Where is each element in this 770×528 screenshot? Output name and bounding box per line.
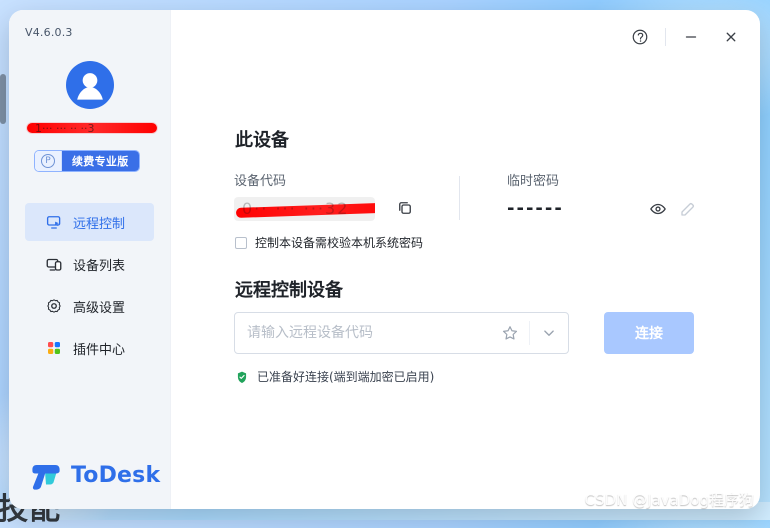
gear-icon <box>45 297 63 315</box>
avatar[interactable] <box>66 61 114 109</box>
remote-device-code-input[interactable] <box>245 324 493 342</box>
device-code-label: 设备代码 <box>234 174 287 189</box>
sidebar-nav: 远程控制 设备列表 高级设置 插件中心 <box>25 203 154 371</box>
devices-icon <box>45 255 63 273</box>
vertical-divider <box>459 176 460 220</box>
minimize-button[interactable] <box>678 24 704 50</box>
close-icon <box>726 32 736 42</box>
chevron-down-icon <box>544 330 554 336</box>
minimize-icon <box>685 36 697 38</box>
version-label: V4.6.0.3 <box>25 26 73 39</box>
brand: ToDesk <box>29 462 160 490</box>
eye-icon <box>650 203 666 215</box>
pencil-icon <box>681 203 694 216</box>
sidebar-item-device-list[interactable]: 设备列表 <box>25 245 154 283</box>
help-button[interactable] <box>627 24 653 50</box>
p-icon: P <box>41 154 55 168</box>
sidebar: V4.6.0.3 1··· ··· ·· ··3 P 续费专业版 远程控制 设备… <box>9 10 171 509</box>
system-password-checkbox[interactable] <box>235 236 247 249</box>
plan-badge-icon-wrap: P <box>35 151 62 171</box>
system-password-checkbox-label: 控制本设备需校验本机系统密码 <box>255 236 424 250</box>
brand-name: ToDesk <box>71 463 161 488</box>
window-controls <box>627 24 744 50</box>
plan-badge-label: 续费专业版 <box>62 151 139 171</box>
todesk-window: V4.6.0.3 1··· ··· ·· ··3 P 续费专业版 远程控制 设备… <box>9 10 760 509</box>
remote-control-device-title: 远程控制设备 <box>235 280 343 301</box>
help-icon <box>632 29 648 45</box>
close-button[interactable] <box>718 24 744 50</box>
system-password-checkbox-row[interactable]: 控制本设备需校验本机系统密码 <box>235 234 423 251</box>
sidebar-item-label: 远程控制 <box>73 216 126 232</box>
this-device-title: 此设备 <box>235 130 289 151</box>
star-icon <box>502 326 518 340</box>
temp-password-label: 临时密码 <box>507 174 560 189</box>
plugins-icon <box>45 339 63 357</box>
input-separator <box>529 321 530 345</box>
copy-icon <box>399 202 411 214</box>
connection-status: 已准备好连接(端到端加密已启用) <box>235 368 434 385</box>
temp-password-value: ------ <box>507 198 564 219</box>
plan-badge[interactable]: P 续费专业版 <box>34 150 140 172</box>
sidebar-item-label: 设备列表 <box>73 258 126 274</box>
user-icon <box>77 73 103 100</box>
copy-device-code-button[interactable] <box>396 199 414 217</box>
device-code-value: 0·· ··· ···32 <box>234 197 375 221</box>
connection-status-text: 已准备好连接(端到端加密已启用) <box>257 370 435 384</box>
account-id-redaction <box>27 123 157 133</box>
background-left-accent <box>0 74 6 124</box>
toggle-password-visibility-button[interactable] <box>649 200 667 218</box>
history-dropdown-button[interactable] <box>540 324 558 342</box>
sidebar-item-plugin-center[interactable]: 插件中心 <box>25 329 154 367</box>
main-content: 此设备 设备代码 0·· ··· ···32 临时密码 ------ 控制本设备… <box>170 10 760 509</box>
remote-device-code-field[interactable] <box>234 312 569 354</box>
monitor-cursor-icon <box>45 213 63 231</box>
watermark: CSDN @JavaDog程序狗 <box>584 491 754 509</box>
sidebar-item-advanced-settings[interactable]: 高级设置 <box>25 287 154 325</box>
connect-button[interactable]: 连接 <box>604 312 694 354</box>
sidebar-item-label: 高级设置 <box>73 300 126 316</box>
favorite-button[interactable] <box>501 324 519 342</box>
edit-password-button[interactable] <box>679 200 697 218</box>
sidebar-item-remote-control[interactable]: 远程控制 <box>25 203 154 241</box>
device-code-masked: 0·· ··· ···32 <box>242 199 350 218</box>
sidebar-item-label: 插件中心 <box>73 342 126 358</box>
window-controls-separator <box>665 28 666 46</box>
todesk-logo-icon <box>32 464 60 490</box>
shield-check-icon <box>235 370 249 384</box>
